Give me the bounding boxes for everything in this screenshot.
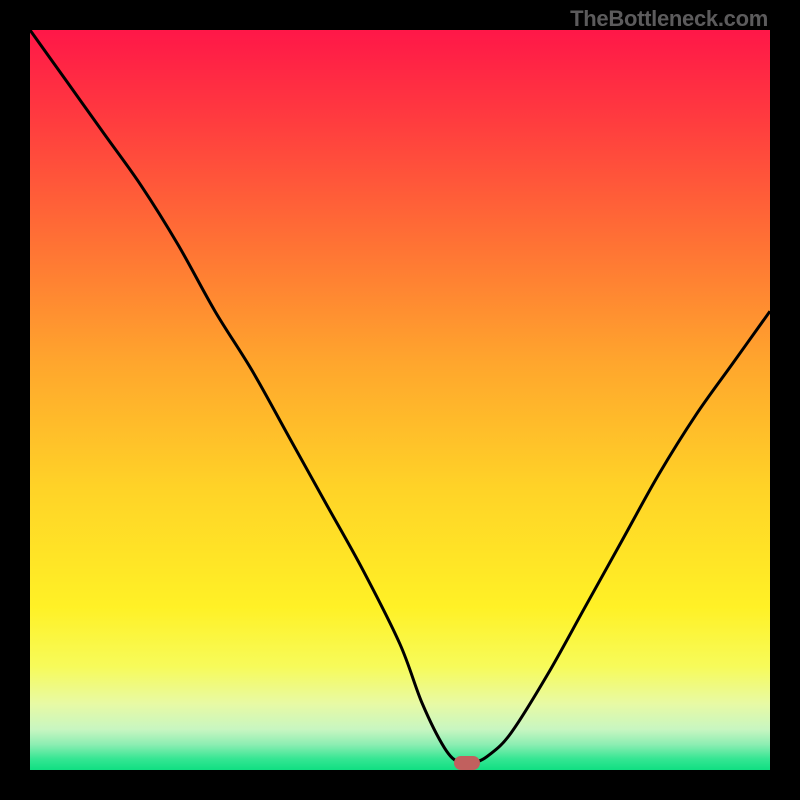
chart-area bbox=[30, 30, 770, 770]
gradient-background bbox=[30, 30, 770, 770]
watermark-text: TheBottleneck.com bbox=[570, 6, 768, 32]
bottleneck-curve-chart bbox=[30, 30, 770, 770]
optimum-marker bbox=[454, 756, 480, 770]
